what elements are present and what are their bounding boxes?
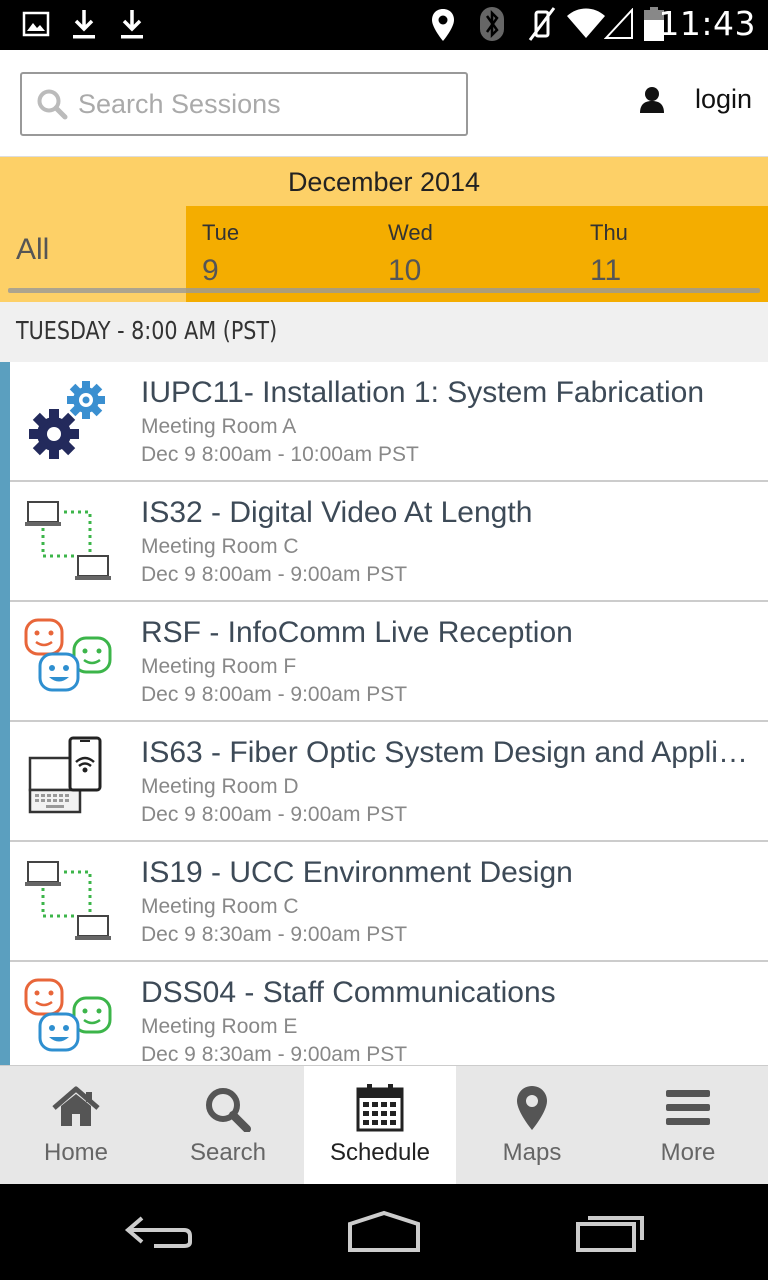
- bottom-navigation: Home Search Schedule Maps More: [0, 1065, 768, 1185]
- day-number: 11: [590, 254, 622, 287]
- location-status-icon: [432, 9, 454, 41]
- nav-label: More: [660, 1139, 716, 1166]
- session-item[interactable]: IS19 - UCC Environment Design Meeting Ro…: [10, 842, 768, 962]
- devices-icon: [28, 736, 102, 814]
- session-item[interactable]: IS63 - Fiber Optic System Design and App…: [10, 722, 768, 842]
- login-label: login: [694, 84, 752, 114]
- day-name: Tue: [202, 220, 240, 245]
- time-section-header: TUESDAY - 8:00 AM (PST): [0, 302, 768, 362]
- faces-icon: [24, 618, 112, 692]
- session-time: Dec 9 8:30am - 9:00am PST: [141, 1043, 408, 1065]
- session-time: Dec 9 8:00am - 9:00am PST: [141, 563, 408, 586]
- network-icon: [25, 501, 111, 580]
- session-title: RSF - InfoComm Live Reception: [141, 616, 573, 649]
- session-room: Meeting Room C: [141, 895, 299, 918]
- session-item[interactable]: IUPC11- Installation 1: System Fabricati…: [10, 362, 768, 482]
- section-header-label: TUESDAY - 8:00 AM (PST): [16, 316, 278, 345]
- nav-search[interactable]: Search: [152, 1066, 304, 1185]
- session-time: Dec 9 8:00am - 9:00am PST: [141, 803, 408, 826]
- day-strip-scrollbar[interactable]: [8, 288, 760, 293]
- nav-label: Home: [43, 1139, 109, 1166]
- search-icon: [206, 1088, 251, 1132]
- gears-icon: [29, 381, 105, 459]
- day-number: 9: [202, 254, 219, 287]
- user-icon: [639, 86, 664, 113]
- nav-label: Schedule: [329, 1139, 431, 1166]
- wifi-status-icon: [567, 8, 605, 38]
- menu-icon: [666, 1090, 710, 1125]
- home-button-icon[interactable]: [346, 1210, 422, 1254]
- session-item[interactable]: RSF - InfoComm Live Reception Meeting Ro…: [10, 602, 768, 722]
- day-number: 10: [388, 254, 422, 287]
- session-room: Meeting Room D: [141, 775, 299, 798]
- calendar-icon: [356, 1084, 404, 1132]
- date-selector: December 2014 All Tue 9 Wed 10 Thu 11: [0, 157, 768, 302]
- session-time: Dec 9 8:00am - 10:00am PST: [141, 443, 419, 466]
- app-header: login: [0, 50, 768, 157]
- nav-schedule[interactable]: Schedule: [304, 1066, 456, 1185]
- status-bar: 11:43: [0, 0, 768, 50]
- month-title: December 2014: [287, 167, 481, 197]
- recent-apps-icon[interactable]: [574, 1210, 646, 1254]
- vibrate-off-icon: [528, 7, 556, 41]
- nav-home[interactable]: Home: [0, 1066, 152, 1185]
- session-room: Meeting Room F: [141, 655, 297, 678]
- session-title: DSS04 - Staff Communications: [141, 976, 556, 1009]
- session-title: IS63 - Fiber Optic System Design and App…: [141, 736, 757, 769]
- day-all-button[interactable]: All: [16, 233, 49, 267]
- search-icon: [37, 89, 68, 120]
- system-navigation-bar: [0, 1184, 768, 1280]
- session-title: IS19 - UCC Environment Design: [141, 856, 573, 889]
- signal-status-icon: [604, 8, 633, 39]
- session-title: IUPC11- Installation 1: System Fabricati…: [141, 376, 705, 409]
- session-room: Meeting Room E: [141, 1015, 298, 1038]
- back-icon[interactable]: [122, 1210, 196, 1250]
- session-list[interactable]: IUPC11- Installation 1: System Fabricati…: [0, 362, 768, 1065]
- nav-label: Maps: [502, 1139, 562, 1166]
- session-item[interactable]: IS32 - Digital Video At Length Meeting R…: [10, 482, 768, 602]
- day-tab-thu[interactable]: Thu 11: [590, 220, 628, 288]
- download-notification-icon: [73, 10, 95, 39]
- home-icon: [52, 1086, 100, 1126]
- session-item[interactable]: DSS04 - Staff Communications Meeting Roo…: [10, 962, 768, 1065]
- bluetooth-status-icon: [480, 7, 504, 41]
- faces-icon: [24, 978, 112, 1052]
- login-button[interactable]: login: [639, 84, 752, 115]
- session-room: Meeting Room C: [141, 535, 299, 558]
- image-notification-icon: [22, 11, 50, 37]
- day-tab-tue[interactable]: Tue 9: [202, 220, 239, 288]
- session-room: Meeting Room A: [141, 415, 297, 438]
- session-title: IS32 - Digital Video At Length: [141, 496, 533, 529]
- status-time: 11:43: [658, 4, 756, 43]
- day-name: Thu: [590, 220, 628, 245]
- session-time: Dec 9 8:00am - 9:00am PST: [141, 683, 408, 706]
- day-name: Wed: [388, 220, 433, 245]
- download-notification-icon-2: [121, 10, 143, 39]
- search-box[interactable]: [20, 72, 468, 136]
- map-pin-icon: [517, 1086, 547, 1130]
- session-time: Dec 9 8:30am - 9:00am PST: [141, 923, 408, 946]
- day-tab-wed[interactable]: Wed 10: [388, 220, 433, 288]
- search-input[interactable]: [78, 84, 458, 124]
- nav-more[interactable]: More: [608, 1066, 768, 1185]
- nav-label: Search: [189, 1139, 267, 1166]
- nav-maps[interactable]: Maps: [456, 1066, 608, 1185]
- network-icon: [25, 861, 111, 940]
